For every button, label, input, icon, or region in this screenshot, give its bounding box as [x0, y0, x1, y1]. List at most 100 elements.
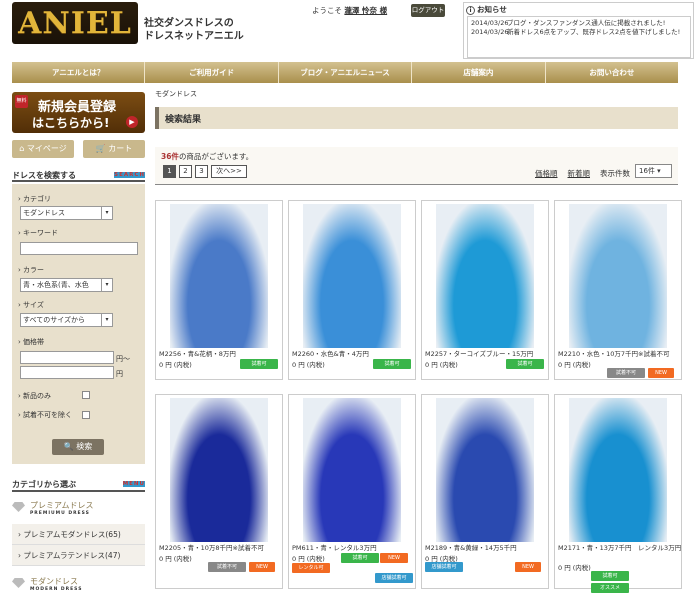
per-page-select[interactable]: 16件 ▾	[635, 164, 672, 178]
news-title-text: お知らせ	[477, 5, 507, 14]
product-badge: 試着不可	[208, 562, 246, 572]
product-badge: 試着可	[373, 359, 411, 369]
product-image[interactable]	[303, 204, 401, 348]
price-min-input[interactable]	[20, 351, 114, 364]
product-image[interactable]	[569, 398, 667, 542]
page-title: 検索結果	[165, 115, 202, 125]
sort-price-link[interactable]: 価格順	[535, 169, 558, 178]
keyword-input[interactable]	[20, 242, 138, 255]
premium-sub: PREMIUMU DRESS	[30, 511, 90, 516]
new-only-label: › 新品のみ	[18, 392, 52, 400]
product-caption[interactable]: M2256・青&花柄・8万円	[159, 350, 283, 359]
cart-button[interactable]: 🛒 カート	[83, 140, 145, 158]
diamond-icon	[12, 502, 25, 512]
product-image[interactable]	[436, 398, 534, 542]
register-banner[interactable]: 無料 新規会員登録 はこちらから! ▶	[12, 92, 145, 133]
page-2[interactable]: 2	[179, 165, 192, 178]
product-image[interactable]	[170, 398, 268, 542]
color-value: 青・水色系(青、水色	[23, 281, 89, 289]
premium-title: プレミアムドレス	[30, 501, 94, 510]
modern-section-title: モダンドレス MODERN DRESS	[12, 576, 145, 592]
exclude-trial-label: › 試着不可を除く	[18, 411, 73, 419]
news-box: i お知らせ 2014/03/26ブログ・ダンスファンダンス通人伝に掲載されました…	[463, 2, 694, 59]
product-caption[interactable]: M2257・ターコイズブルー・15万円	[425, 350, 549, 359]
product-price: 0 円 (内税)	[159, 555, 192, 563]
product-image[interactable]	[170, 204, 268, 348]
user-name-link[interactable]: 瀧澤 怜奈 様	[344, 6, 387, 15]
register-line1: 新規会員登録	[38, 100, 117, 115]
size-value: すべてのサイズから	[23, 316, 86, 324]
mypage-button[interactable]: ⌂ マイページ	[12, 140, 74, 158]
nav-contact[interactable]: お問い合わせ	[546, 62, 678, 83]
breadcrumb[interactable]: モダンドレス	[155, 89, 197, 99]
page-3[interactable]: 3	[195, 165, 208, 178]
category-label: › カテゴリ	[18, 195, 52, 203]
product-card[interactable]: M2171・青・13万7千円 レンタル3万円 0 円 (内税) 試着可 オススメ	[554, 394, 682, 593]
new-only-checkbox[interactable]	[82, 391, 90, 399]
product-badge: 店舗試着可	[425, 562, 463, 572]
page-1[interactable]: 1	[163, 165, 176, 178]
price-label: › 価格帯	[18, 338, 45, 346]
product-image[interactable]	[303, 398, 401, 542]
product-card[interactable]: PM611・青・レンタル3万円 0 円 (内税) 試着可 NEW レンタル可 店舗試着可	[288, 394, 416, 589]
new-only-text: 新品のみ	[23, 392, 52, 400]
premium-section-title: プレミアムドレス PREMIUMU DRESS	[12, 500, 145, 524]
product-card[interactable]: M2257・ターコイズブルー・15万円 0 円 (内税) 試着可	[421, 200, 549, 380]
product-badge: NEW	[515, 562, 541, 572]
news-list[interactable]: 2014/03/26ブログ・ダンスファンダンス通人伝に掲載されました! 2014…	[467, 16, 691, 58]
news-item[interactable]: 2014/03/26ブログ・ダンスファンダンス通人伝に掲載されました!	[471, 19, 687, 28]
color-select[interactable]: 青・水色系(青、水色 ▾	[20, 278, 113, 292]
product-card[interactable]: M2260・水色&青・4万円 0 円 (内税) 試着可	[288, 200, 416, 380]
product-caption[interactable]: M2171・青・13万7千円 レンタル3万円	[558, 544, 682, 553]
search-title-en: SEARCH	[114, 172, 145, 178]
news-item[interactable]: 2014/03/26新着ドレス6点をアップ、既存ドレス2点を値下げしました!	[471, 28, 687, 37]
size-label: › サイズ	[18, 301, 44, 309]
product-caption[interactable]: M2189・青&黄緑・14万5千円	[425, 544, 549, 553]
product-card[interactable]: M2205・青・10万8千円※試着不可 0 円 (内税) 試着不可 NEW	[155, 394, 283, 589]
page-next[interactable]: 次へ>>	[211, 165, 247, 178]
product-caption[interactable]: M2205・青・10万8千円※試着不可	[159, 544, 283, 553]
size-select[interactable]: すべてのサイズから ▾	[20, 313, 113, 327]
main-nav: アニエルとは？ ご利用ガイド ブログ・アニエルニュース 店舗案内 お問い合わせ	[12, 62, 678, 83]
result-title-bar: 検索結果	[155, 107, 678, 129]
nav-about[interactable]: アニエルとは？	[12, 62, 146, 83]
welcome-text: ようこそ 瀧澤 怜奈 様	[312, 5, 387, 16]
product-badge: 試着可	[240, 359, 278, 369]
search-button-label: 検索	[76, 442, 93, 451]
logout-button[interactable]: ログアウト	[411, 4, 445, 17]
product-caption[interactable]: M2210・水色・10万7千円※試着不可	[558, 350, 682, 359]
price-label-text: 価格帯	[23, 338, 45, 346]
result-count-text: の商品がございます。	[178, 152, 254, 161]
nav-store[interactable]: 店舗案内	[412, 62, 546, 83]
product-badge: NEW	[380, 553, 408, 563]
sort-options: 価格順 新着順 表示件数	[535, 168, 630, 179]
product-card[interactable]: M2256・青&花柄・8万円 0 円 (内税) 試着可	[155, 200, 283, 380]
category-heading: カテゴリから選ぶ MENU	[12, 476, 145, 492]
logo-text: ANIEL	[18, 5, 132, 41]
product-card[interactable]: M2189・青&黄緑・14万5千円 0 円 (内税) 店舗試着可 NEW	[421, 394, 549, 589]
search-button[interactable]: 🔍 検索	[52, 439, 104, 455]
site-logo[interactable]: ANIEL	[12, 2, 138, 44]
price-max-input[interactable]	[20, 366, 114, 379]
product-caption[interactable]: PM611・青・レンタル3万円	[292, 544, 416, 553]
mypage-label: マイページ	[26, 144, 67, 153]
exclude-trial-checkbox[interactable]	[82, 411, 90, 419]
category-item-premium-latin[interactable]: › プレミアムラテンドレス(47)	[12, 545, 145, 566]
main-content: モダンドレス 検索結果 36件の商品がございます。 1 2 3 次へ>> 価格順…	[155, 89, 682, 593]
category-item-premium-modern[interactable]: › プレミアムモダンドレス(65)	[12, 524, 145, 545]
exclude-trial-text: 試着不可を除く	[23, 411, 73, 419]
product-caption[interactable]: M2260・水色&青・4万円	[292, 350, 416, 359]
product-badge: レンタル可	[292, 563, 330, 573]
product-image[interactable]	[569, 204, 667, 348]
sort-new-link[interactable]: 新着順	[568, 169, 591, 178]
category-select[interactable]: モダンドレス ▾	[20, 206, 113, 220]
modern-title: モダンドレス	[30, 577, 78, 586]
nav-guide[interactable]: ご利用ガイド	[145, 62, 279, 83]
search-heading: ドレスを検索する SEARCH	[12, 168, 145, 182]
product-price: 0 円 (内税)	[558, 361, 591, 369]
category-value: モダンドレス	[23, 209, 65, 217]
product-image[interactable]	[436, 204, 534, 348]
nav-blog[interactable]: ブログ・アニエルニュース	[279, 62, 413, 83]
product-card[interactable]: M2210・水色・10万7千円※試着不可 0 円 (内税) 試着不可 NEW	[554, 200, 682, 380]
welcome-prefix: ようこそ	[312, 6, 342, 15]
